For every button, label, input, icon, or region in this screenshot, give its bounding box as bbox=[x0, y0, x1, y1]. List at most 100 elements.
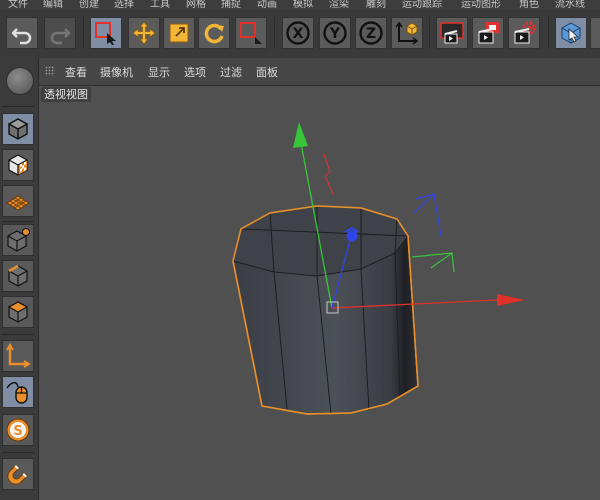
workplane-mode-button[interactable] bbox=[2, 185, 34, 217]
z-axis-lock-button[interactable]: Z bbox=[355, 17, 387, 49]
viewport-menu-display[interactable]: 显示 bbox=[148, 64, 170, 80]
texture-mode-icon bbox=[8, 154, 28, 176]
menu-bar: 文件 编辑 创建 选择 工具 网格 捕捉 动画 模拟 渲染 雕刻 运动跟踪 运动… bbox=[0, 0, 600, 9]
cylinder-object[interactable] bbox=[232, 205, 419, 415]
live-selection-icon bbox=[95, 22, 116, 45]
model-mode-icon bbox=[7, 118, 29, 140]
menu-item-tools[interactable]: 工具 bbox=[150, 0, 170, 9]
toolbar-separator bbox=[429, 17, 430, 49]
z-axis-ball-icon[interactable] bbox=[346, 230, 358, 242]
viewport-menu-filter[interactable]: 过滤 bbox=[220, 64, 242, 80]
menu-item-select[interactable]: 选择 bbox=[114, 0, 134, 9]
polygons-mode-icon bbox=[7, 301, 29, 323]
left-toolbar-separator bbox=[2, 106, 34, 107]
menu-item-create[interactable]: 创建 bbox=[79, 0, 99, 9]
model-mode-button[interactable] bbox=[2, 113, 34, 145]
texture-mode-button[interactable] bbox=[2, 149, 34, 181]
viewport-menu-grip-icon[interactable] bbox=[45, 66, 55, 76]
z-axis-lock-icon: Z bbox=[359, 21, 383, 45]
menu-item-character[interactable]: 角色 bbox=[519, 0, 539, 9]
axis-mode-button[interactable] bbox=[2, 340, 34, 372]
viewport-title: 透视视图 bbox=[41, 87, 91, 102]
points-mode-icon bbox=[7, 228, 30, 252]
magnet-icon bbox=[7, 464, 28, 485]
viewport-menu-options[interactable]: 选项 bbox=[184, 64, 206, 80]
redo-button[interactable] bbox=[44, 17, 76, 49]
x-axis-arrow-icon[interactable] bbox=[497, 294, 525, 306]
x-rotation-arc[interactable] bbox=[323, 153, 334, 195]
more-tools-button[interactable] bbox=[590, 17, 600, 49]
y-axis-arrow-icon[interactable] bbox=[293, 122, 308, 148]
points-mode-button[interactable] bbox=[2, 224, 34, 256]
viewport-scene[interactable] bbox=[39, 86, 600, 500]
recent-tool-button[interactable] bbox=[235, 17, 267, 49]
y-axis-lock-button[interactable]: Y bbox=[319, 17, 351, 49]
menu-item-motion-tracker[interactable]: 运动跟踪 bbox=[402, 0, 442, 9]
svg-text:S: S bbox=[13, 424, 22, 439]
workplane-mode-icon bbox=[6, 195, 30, 211]
z-rotation-arc[interactable] bbox=[413, 193, 442, 237]
render-settings-button[interactable] bbox=[508, 17, 540, 49]
left-toolbar-separator bbox=[2, 221, 34, 222]
left-toolbar-separator bbox=[2, 452, 34, 453]
live-selection-button[interactable] bbox=[90, 17, 122, 49]
rotate-button[interactable] bbox=[198, 17, 230, 49]
render-to-picture-viewer-icon bbox=[478, 22, 499, 44]
x-axis-label: X bbox=[293, 26, 304, 42]
render-view-button[interactable] bbox=[436, 17, 468, 49]
left-toolbar: S bbox=[0, 58, 39, 500]
undo-icon bbox=[11, 28, 32, 45]
left-toolbar-separator bbox=[2, 334, 34, 335]
menu-item-animate[interactable]: 动画 bbox=[257, 0, 277, 9]
y-rotation-arc[interactable] bbox=[411, 252, 455, 273]
x-axis-lock-button[interactable]: X bbox=[282, 17, 314, 49]
y-axis-label: Y bbox=[329, 26, 341, 42]
snap-icon: S bbox=[6, 418, 30, 442]
toolbar-separator bbox=[274, 17, 275, 49]
y-axis-lock-icon: Y bbox=[323, 21, 347, 45]
tweak-mode-icon bbox=[6, 381, 28, 404]
magnet-button[interactable] bbox=[2, 458, 34, 490]
toolbar-separator bbox=[548, 17, 549, 49]
viewport-sphere-icon bbox=[6, 67, 34, 95]
scale-icon bbox=[169, 23, 189, 43]
tweak-mode-button[interactable] bbox=[2, 376, 34, 408]
coordinate-system-button[interactable] bbox=[391, 17, 423, 49]
perspective-viewport[interactable]: 透视视图 bbox=[39, 86, 600, 500]
recent-tool-icon bbox=[240, 22, 262, 44]
undo-button[interactable] bbox=[6, 17, 38, 49]
viewport-menu-bar: 查看 摄像机 显示 选项 过滤 面板 bbox=[39, 58, 600, 86]
cube-primitive-icon bbox=[561, 22, 581, 44]
edges-mode-button[interactable] bbox=[2, 260, 34, 292]
menu-item-simulate[interactable]: 模拟 bbox=[293, 0, 313, 9]
menu-item-file[interactable]: 文件 bbox=[8, 0, 28, 9]
menu-item-snap[interactable]: 捕捉 bbox=[221, 0, 241, 9]
menu-item-sculpt[interactable]: 雕刻 bbox=[366, 0, 386, 9]
viewport-menu-view[interactable]: 查看 bbox=[65, 64, 87, 80]
axis-mode-icon bbox=[6, 343, 31, 368]
viewport-menu-panel[interactable]: 面板 bbox=[256, 64, 278, 80]
render-settings-icon bbox=[514, 21, 536, 44]
polygons-mode-button[interactable] bbox=[2, 296, 34, 328]
render-view-icon bbox=[440, 22, 464, 44]
toolbar-separator bbox=[83, 17, 84, 49]
cube-primitive-button[interactable] bbox=[555, 17, 587, 49]
menu-item-pipeline[interactable]: 流水线 bbox=[555, 0, 585, 9]
move-button[interactable] bbox=[128, 17, 160, 49]
render-to-picture-viewer-button[interactable] bbox=[472, 17, 504, 49]
x-axis-lock-icon: X bbox=[286, 21, 310, 45]
snap-button[interactable]: S bbox=[2, 414, 34, 446]
move-icon bbox=[132, 21, 156, 45]
menu-item-mograph[interactable]: 运动图形 bbox=[461, 0, 501, 9]
viewport-menu-cameras[interactable]: 摄像机 bbox=[100, 64, 133, 80]
redo-icon bbox=[50, 28, 71, 45]
coordinate-system-icon bbox=[395, 21, 419, 45]
menu-item-mesh[interactable]: 网格 bbox=[186, 0, 206, 9]
rotate-icon bbox=[204, 23, 224, 44]
main-toolbar: X Y Z bbox=[0, 9, 600, 59]
menu-item-render[interactable]: 渲染 bbox=[329, 0, 349, 9]
edges-mode-icon bbox=[8, 264, 28, 287]
z-axis-label: Z bbox=[366, 26, 376, 42]
scale-button[interactable] bbox=[163, 17, 195, 49]
menu-item-edit[interactable]: 编辑 bbox=[43, 0, 63, 9]
